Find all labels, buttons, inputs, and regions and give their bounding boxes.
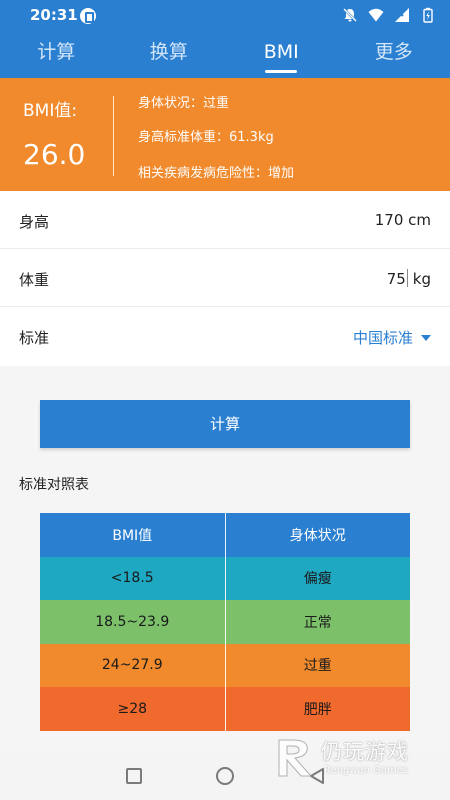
body-status-cell: 正常 — [225, 600, 410, 644]
table-row: <18.5 偏瘦 — [40, 556, 410, 600]
tab-bmi[interactable]: BMI — [225, 32, 338, 78]
disease-risk-text: 相关疾病发病危险性：增加 — [138, 166, 295, 181]
weight-unit: kg — [412, 270, 431, 288]
text-cursor — [406, 269, 408, 287]
dropdown-arrow-icon[interactable] — [421, 335, 431, 341]
home-button[interactable] — [216, 767, 234, 785]
watermark-text: 仍玩游戏 — [321, 740, 409, 764]
signal-icon — [395, 8, 409, 22]
table-row: ≥28 肥胖 — [40, 687, 410, 731]
table-row: 18.5~23.9 正常 — [40, 600, 410, 644]
recents-button[interactable] — [126, 768, 142, 784]
standard-select[interactable]: 中国标准 — [353, 327, 431, 348]
weight-row[interactable]: 体重 75 kg — [0, 249, 450, 307]
body-status-cell: 偏瘦 — [225, 556, 410, 600]
body-status-text: 身体状况：过重 — [138, 96, 230, 111]
weight-input[interactable]: 75 — [387, 270, 406, 288]
tab-more[interactable]: 更多 — [338, 32, 450, 78]
table-header-row: BMI值 身体状况 — [40, 513, 410, 557]
bmi-range-cell: 18.5~23.9 — [40, 600, 226, 644]
standard-label: 标准 — [19, 329, 50, 347]
table-header-status: 身体状况 — [225, 513, 410, 557]
result-divider — [113, 96, 114, 176]
watermark: 仍玩游戏 Rengwan Games — [275, 734, 435, 784]
tab-bar: 计算 换算 BMI 更多 — [0, 32, 450, 78]
calculate-button[interactable]: 计算 — [40, 400, 410, 448]
height-row[interactable]: 身高 170 cm — [0, 191, 450, 249]
standard-weight-text: 身高标准体重：61.3kg — [138, 130, 274, 145]
height-label: 身高 — [19, 213, 50, 231]
weight-field[interactable]: 75 kg — [387, 269, 431, 288]
standard-select-value[interactable]: 中国标准 — [353, 329, 413, 347]
bmi-input-form: 身高 170 cm 体重 75 kg 标准 中国标准 — [0, 191, 450, 366]
bmi-range-cell: ≥28 — [40, 687, 226, 731]
tab-calculate[interactable]: 计算 — [0, 32, 113, 78]
body-status-cell: 肥胖 — [225, 687, 410, 731]
weight-label: 体重 — [19, 271, 50, 289]
table-row: 24~27.9 过重 — [40, 643, 410, 687]
standard-row[interactable]: 标准 中国标准 — [0, 307, 450, 365]
table-header-bmi: BMI值 — [40, 513, 226, 557]
body-status-cell: 过重 — [225, 643, 410, 687]
tab-convert[interactable]: 换算 — [113, 32, 226, 78]
reference-table: BMI值 身体状况 <18.5 偏瘦 18.5~23.9 正常 24~27.9 … — [40, 513, 410, 731]
reference-table-title: 标准对照表 — [19, 477, 89, 493]
bmi-result-panel: BMI值: 26.0 身体状况：过重 身高标准体重：61.3kg 相关疾病发病危… — [0, 78, 450, 191]
watermark-logo-icon — [278, 739, 313, 777]
bmi-range-cell: <18.5 — [40, 556, 226, 600]
bmi-label: BMI值: — [23, 101, 78, 121]
status-icons — [342, 7, 436, 23]
mute-icon — [343, 8, 357, 22]
bmi-range-cell: 24~27.9 — [40, 643, 226, 687]
battery-icon — [423, 7, 433, 23]
watermark-subtext: Rengwan Games — [324, 765, 409, 776]
app-notification-icon — [80, 8, 96, 24]
bmi-value: 26.0 — [23, 138, 86, 171]
height-input[interactable]: 170 cm — [375, 211, 431, 229]
status-time: 20:31 — [30, 6, 78, 24]
wifi-icon — [368, 8, 384, 22]
status-bar: 20:31 — [0, 0, 450, 32]
